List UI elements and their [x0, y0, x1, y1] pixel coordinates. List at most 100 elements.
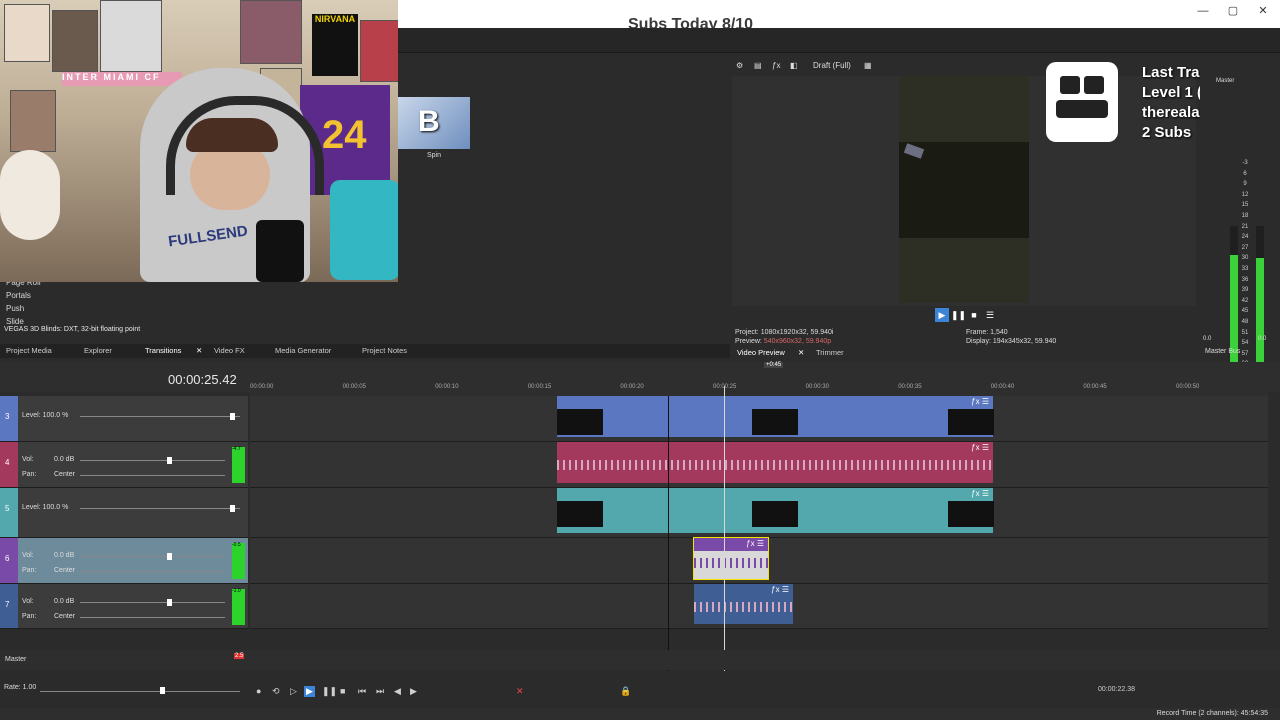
playhead[interactable]: [724, 386, 725, 671]
go-to-end-icon[interactable]: ⏭: [376, 686, 384, 697]
preview-toolbar: ⚙ ▤ ƒx ◧ Draft (Full) ▦: [732, 56, 1196, 76]
menu-icon[interactable]: ☰: [983, 308, 997, 322]
lock-icon[interactable]: 🔒: [620, 686, 631, 697]
audio-event[interactable]: ƒx ☰: [693, 537, 769, 580]
close-icon[interactable]: ✕: [196, 346, 202, 355]
fx-icon[interactable]: ƒx ☰: [971, 397, 989, 406]
transition-thumb-spin[interactable]: B: [398, 97, 470, 149]
fx-icon[interactable]: ƒx ☰: [971, 489, 989, 498]
menu-bar: [398, 28, 1280, 53]
audio-event[interactable]: ƒx ☰: [557, 442, 993, 483]
track-header-5[interactable]: 5 Level: 100.0 %: [0, 488, 248, 538]
tab-explorer[interactable]: Explorer: [84, 346, 112, 355]
region-label: +0:45: [764, 362, 784, 368]
previous-frame-icon[interactable]: ◀: [394, 686, 401, 697]
tab-trimmer[interactable]: Trimmer: [816, 348, 844, 357]
track-header-3[interactable]: 3 Level: 100.0 %: [0, 396, 248, 442]
properties-icon[interactable]: ▤: [754, 61, 762, 70]
audio-event[interactable]: ƒx ☰: [694, 584, 793, 624]
db-tick: 12: [1241, 191, 1249, 198]
track-header-6[interactable]: 6 Vol: 0.0 dB Pan: Center -0.5: [0, 538, 248, 584]
go-to-start-icon[interactable]: ⏮: [358, 686, 366, 697]
fx-icon[interactable]: ƒx: [772, 61, 780, 70]
tab-video-fx[interactable]: Video FX: [214, 346, 245, 355]
db-tick: 6: [1243, 170, 1247, 177]
gear-icon[interactable]: ⚙: [736, 61, 743, 70]
wall-banner: INTER MIAMI CF: [62, 72, 182, 86]
waveform: [694, 602, 793, 612]
preview-quality-select[interactable]: Draft (Full): [813, 61, 851, 70]
ruler-tick: 00:00:10: [435, 384, 459, 390]
track-header-7[interactable]: 7 Vol: 0.0 dB Pan: Center -1.0: [0, 584, 248, 629]
db-tick: 33: [1241, 265, 1249, 272]
ruler-tick: 00:00:30: [805, 384, 829, 390]
track-header-4[interactable]: 4 Vol: 0.0 dB Pan: Center -4.7: [0, 442, 248, 488]
close-button[interactable]: ✕: [1252, 2, 1274, 20]
db-tick: 9: [1243, 181, 1247, 188]
db-tick: 54: [1241, 340, 1249, 347]
tab-media-generator[interactable]: Media Generator: [275, 346, 331, 355]
volume-slider[interactable]: [167, 553, 172, 560]
split-screen-icon[interactable]: ◧: [790, 61, 798, 70]
db-tick: 42: [1241, 297, 1249, 304]
transition-list: Page Roll Portals Push Slide: [0, 276, 112, 328]
ruler-tick: 00:00:05: [342, 384, 366, 390]
tab-video-preview[interactable]: Video Preview: [737, 348, 785, 357]
level-slider[interactable]: [230, 505, 235, 512]
ruler-tick: 00:00:40: [990, 384, 1015, 390]
grid-icon[interactable]: ▦: [864, 61, 872, 70]
record-icon[interactable]: ●: [256, 686, 261, 696]
overlay-line-4: 2 Subs: [1142, 124, 1192, 141]
db-tick: 36: [1241, 276, 1249, 283]
transition-status: VEGAS 3D Blinds: DXT, 32-bit floating po…: [4, 326, 141, 333]
tab-project-notes[interactable]: Project Notes: [362, 346, 407, 355]
fx-icon[interactable]: ƒx ☰: [746, 539, 764, 548]
play-icon[interactable]: ▶: [935, 308, 949, 322]
video-event[interactable]: ƒx ☰: [557, 488, 994, 533]
volume-slider[interactable]: [167, 457, 172, 464]
db-tick: 51: [1241, 329, 1249, 336]
play-from-start-icon[interactable]: ▷: [290, 686, 297, 697]
rate-bar: Rate: 1.00: [0, 680, 248, 698]
level-slider[interactable]: [230, 413, 235, 420]
ruler-tick: 00:00:50: [1176, 384, 1200, 390]
rate-label: Rate: 1.00: [4, 684, 37, 691]
list-item[interactable]: Push: [0, 302, 112, 315]
db-tick: 21: [1241, 223, 1249, 230]
master-row: Master 2.5: [0, 650, 1280, 670]
next-frame-icon[interactable]: ▶: [410, 686, 417, 697]
stop-icon[interactable]: ■: [340, 686, 345, 696]
edit-marker: [668, 396, 669, 671]
timeline-ruler[interactable]: 00:00:00 00:00:05 00:00:10 00:00:15 00:00:20…: [250, 382, 1268, 396]
db-tick: 27: [1241, 244, 1249, 251]
tab-project-media[interactable]: Project Media: [6, 346, 52, 355]
rate-slider[interactable]: [160, 687, 165, 694]
volume-slider[interactable]: [167, 599, 172, 606]
track-meter: -0.5: [232, 542, 245, 579]
loop-icon[interactable]: ⟲: [272, 686, 280, 697]
maximize-button[interactable]: ▢: [1222, 2, 1244, 20]
tab-transitions[interactable]: Transitions: [145, 346, 181, 355]
preview-transport: ▶ ❚❚ ■ ☰: [732, 306, 1196, 324]
chair: [330, 180, 398, 280]
minimize-button[interactable]: —: [1192, 2, 1214, 20]
track-number: 6: [0, 538, 18, 583]
pause-icon[interactable]: ❚❚: [951, 308, 966, 322]
fx-icon[interactable]: ƒx ☰: [971, 443, 989, 452]
preview-tabs: Video Preview ✕ Trimmer: [732, 346, 1196, 358]
video-event[interactable]: ƒx ☰: [557, 396, 994, 437]
delete-icon[interactable]: ✕: [516, 686, 524, 697]
window-docking-tabs: Project Media Explorer Transitions ✕ Vid…: [0, 344, 730, 358]
pause-icon[interactable]: ❚❚: [322, 686, 337, 697]
db-tick: 30: [1241, 255, 1249, 262]
track-meter: -1.0: [232, 588, 245, 625]
fx-icon[interactable]: ƒx ☰: [771, 585, 789, 594]
db-scale: -3691215182124273033363942454851545760: [1238, 158, 1252, 370]
db-tick: -3: [1242, 160, 1248, 166]
list-item[interactable]: Portals: [0, 289, 112, 302]
ruler-tick: 00:00:00: [250, 384, 274, 390]
stop-icon[interactable]: ■: [967, 308, 981, 322]
play-icon[interactable]: ▶: [304, 686, 315, 697]
tab-master-bus[interactable]: Master Bus: [1205, 348, 1240, 355]
close-icon[interactable]: ✕: [798, 348, 804, 357]
